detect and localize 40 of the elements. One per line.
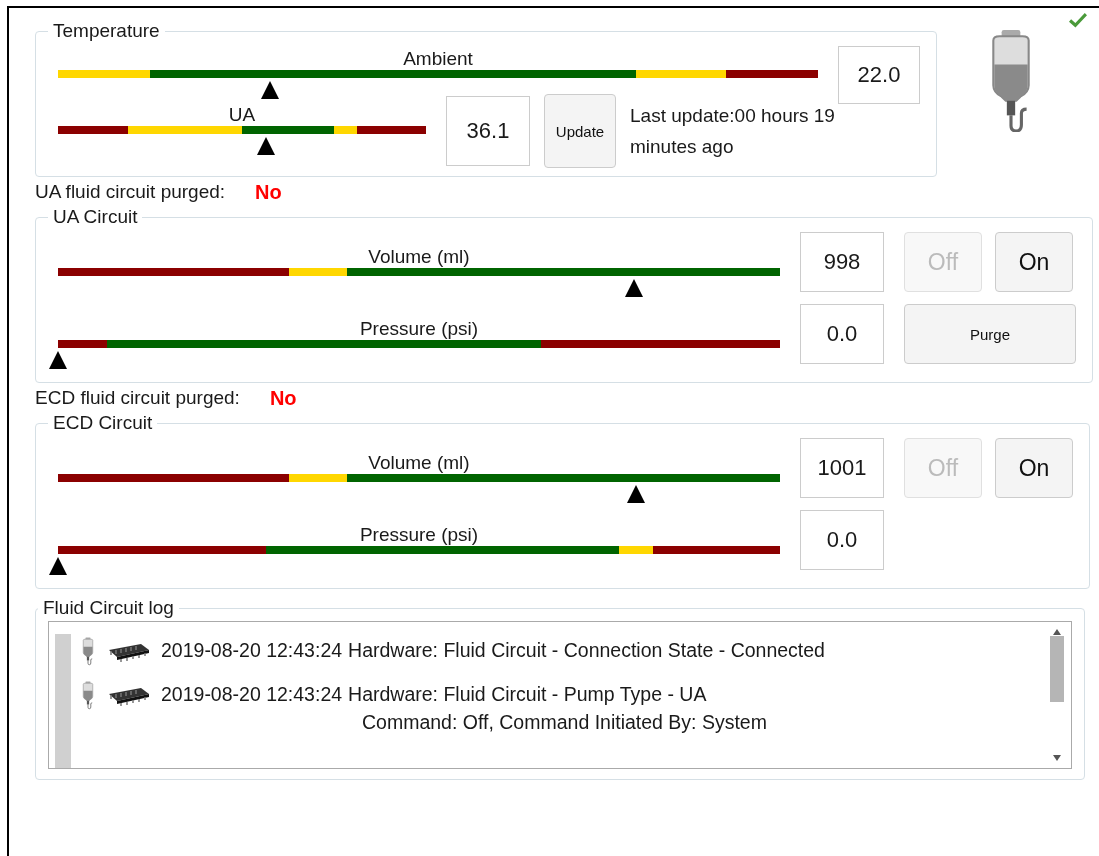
log-time: 2019-08-20 12:43:24 bbox=[161, 682, 343, 707]
scrollbar[interactable] bbox=[1049, 628, 1065, 762]
volume-control-button[interactable]: On bbox=[995, 232, 1073, 292]
pressure-label: Pressure (psi) bbox=[359, 524, 479, 546]
purged-status: No bbox=[255, 181, 282, 204]
gauge-label: UA bbox=[228, 104, 256, 126]
log-message: Hardware: Fluid Circuit - Connection State - Connected bbox=[348, 638, 825, 663]
gauge-label: Ambient bbox=[403, 48, 473, 70]
pressure-label: Pressure (psi) bbox=[359, 318, 479, 340]
group-title: ECD Circuit bbox=[52, 412, 154, 434]
group-title: Temperature bbox=[52, 20, 161, 42]
volume-label: Volume (ml) bbox=[368, 452, 470, 474]
purged-label: UA fluid circuit purged: bbox=[35, 181, 226, 204]
scroll-down-icon[interactable] bbox=[1052, 754, 1062, 762]
group-title: Fluid Circuit log bbox=[42, 597, 175, 619]
pressure-control-button[interactable]: Purge bbox=[904, 304, 1076, 364]
purged-status: No bbox=[269, 387, 297, 410]
value-display: 36.1 bbox=[446, 96, 530, 166]
log-detail: Command: Off, Command Initiated By: System bbox=[361, 710, 767, 735]
log-time: 2019-08-20 12:43:24 bbox=[161, 638, 343, 663]
purged-label: ECD fluid circuit purged: bbox=[35, 387, 240, 410]
iv-bag-icon bbox=[81, 680, 95, 710]
level-marker-icon bbox=[255, 136, 276, 156]
update-button[interactable]: Update bbox=[544, 94, 616, 168]
last-update-text: Last update:00 hours 19 minutes ago bbox=[630, 104, 836, 159]
iv-bag-icon bbox=[81, 636, 95, 666]
volume-control-button[interactable]: On bbox=[995, 438, 1073, 498]
group-title: UA Circuit bbox=[52, 206, 139, 228]
value-display: 0.0 bbox=[800, 304, 884, 364]
level-marker-icon bbox=[624, 278, 645, 298]
volume-label: Volume (ml) bbox=[368, 246, 470, 268]
level-marker-icon bbox=[625, 484, 646, 504]
value-display: 998 bbox=[800, 232, 884, 292]
value-display: 0.0 bbox=[800, 510, 884, 570]
log-message: Hardware: Fluid Circuit - Pump Type - UA bbox=[348, 682, 707, 707]
level-marker-icon bbox=[48, 556, 68, 576]
value-display: 1001 bbox=[800, 438, 884, 498]
value-display: 22.0 bbox=[838, 46, 920, 104]
level-marker-icon bbox=[48, 350, 68, 370]
level-marker-icon bbox=[260, 80, 281, 100]
